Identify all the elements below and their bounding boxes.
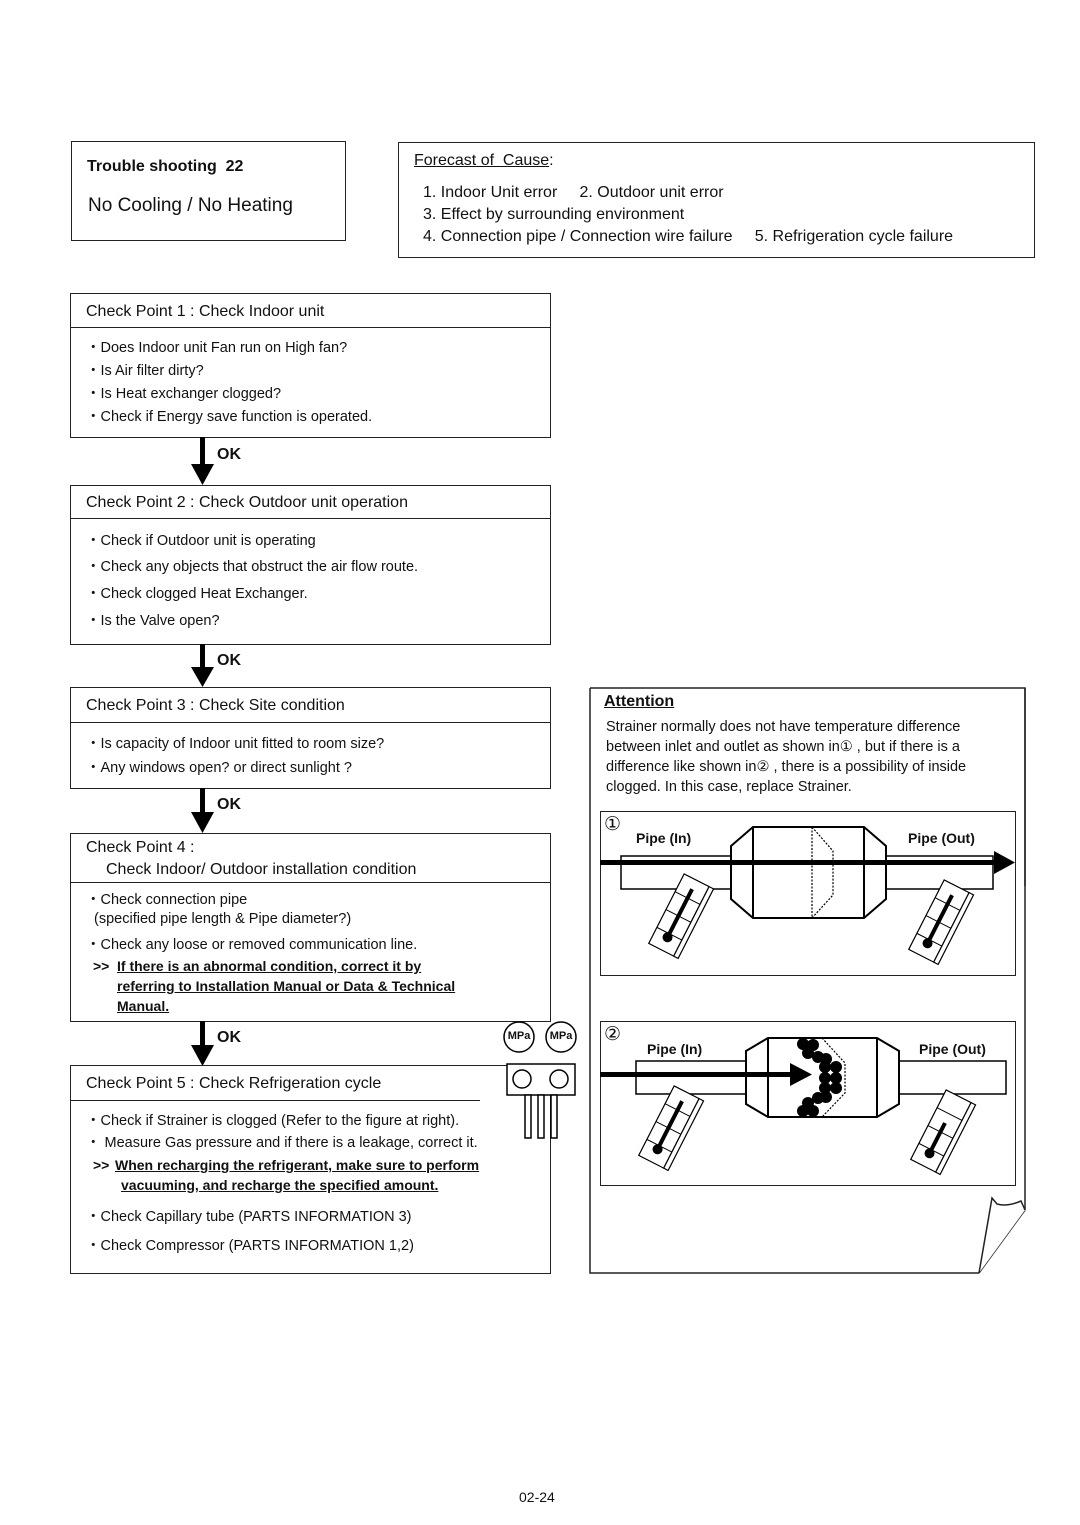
divider bbox=[71, 518, 550, 519]
figure-1-pipe-out-label: Pipe (Out) bbox=[908, 830, 975, 846]
down-arrow-icon bbox=[191, 644, 214, 687]
figure-1-pipe-in-label: Pipe (In) bbox=[636, 830, 692, 846]
attention-text-line: difference like shown in② , there is a p… bbox=[606, 759, 967, 775]
gauge-label-low: MPa bbox=[507, 1030, 531, 1042]
check-point-5-note: vacuuming, and recharge the specified am… bbox=[121, 1177, 439, 1193]
check-point-4-item: ・Check connection pipe bbox=[86, 892, 248, 908]
check-point-2-item: ・Check clogged Heat Exchanger. bbox=[86, 586, 308, 602]
page-number: 02-24 bbox=[519, 1489, 555, 1505]
page-title: No Cooling / No Heating bbox=[88, 195, 293, 216]
check-point-1-item: ・Check if Energy save function is operat… bbox=[86, 409, 373, 425]
attention-text-line: between inlet and outlet as shown in① , … bbox=[606, 739, 960, 755]
thermometer-icon bbox=[909, 1089, 977, 1176]
attention-text-line: Strainer normally does not have temperat… bbox=[606, 719, 961, 735]
check-point-3-item: ・Is capacity of Indoor unit fitted to ro… bbox=[86, 736, 385, 752]
pipe-out bbox=[897, 1060, 1007, 1095]
check-point-5-note: When recharging the refrigerant, make su… bbox=[115, 1157, 480, 1173]
check-point-1-box: Check Point 1 : Check Indoor unit ・Does … bbox=[70, 293, 551, 438]
check-point-5-box: Check Point 5 : Check Refrigeration cycl… bbox=[70, 1065, 551, 1274]
forecast-of-cause-box: Forecast of Cause: 1. Indoor Unit error … bbox=[398, 142, 1035, 258]
attention-text-line: clogged. In this case, replace Strainer. bbox=[606, 779, 852, 795]
ok-label: OK bbox=[217, 446, 241, 463]
down-arrow-icon bbox=[191, 1021, 214, 1066]
forecast-line-1: 1. Indoor Unit error 2. Outdoor unit err… bbox=[423, 184, 724, 201]
down-arrow-icon bbox=[191, 437, 214, 485]
check-point-2-item: ・Check if Outdoor unit is operating bbox=[86, 533, 316, 549]
forecast-colon: : bbox=[549, 152, 554, 169]
down-arrow-icon bbox=[191, 788, 214, 833]
figure-1-marker: ① bbox=[604, 814, 622, 835]
figure-2-pipe-out-label: Pipe (Out) bbox=[919, 1041, 986, 1057]
check-point-4-note: Manual. bbox=[117, 998, 170, 1014]
divider bbox=[71, 882, 550, 883]
divider bbox=[71, 722, 550, 723]
check-point-5-title: Check Point 5 : Check Refrigeration cycl… bbox=[86, 1075, 382, 1092]
divider bbox=[71, 1100, 480, 1101]
check-point-4-note: If there is an abnormal condition, corre… bbox=[117, 958, 422, 974]
thermometer-icon bbox=[637, 1085, 705, 1172]
check-point-4-item: ・Check any loose or removed communicatio… bbox=[86, 937, 418, 953]
check-point-4-title: Check Point 4 : bbox=[86, 839, 195, 856]
figure-2-pipe-in-label: Pipe (In) bbox=[647, 1041, 703, 1057]
check-point-1-item: ・Is Air filter dirty? bbox=[86, 363, 204, 379]
title-box: Trouble shooting 22 No Cooling / No Heat… bbox=[71, 141, 346, 241]
check-point-2-item: ・Is the Valve open? bbox=[86, 613, 220, 629]
check-point-4-note-prefix: >> bbox=[93, 958, 110, 974]
check-point-1-item: ・Does Indoor unit Fan run on High fan? bbox=[86, 340, 348, 356]
check-point-5-note-prefix: >> bbox=[93, 1157, 110, 1173]
flow-arrow-icon bbox=[994, 851, 1015, 874]
check-point-1-title: Check Point 1 : Check Indoor unit bbox=[86, 303, 325, 320]
divider bbox=[71, 327, 550, 328]
check-point-2-item: ・Check any objects that obstruct the air… bbox=[86, 559, 419, 575]
check-point-4-subtitle: Check Indoor/ Outdoor installation condi… bbox=[106, 861, 417, 878]
attention-title: Attention bbox=[604, 693, 675, 710]
gauge-label-high: MPa bbox=[549, 1030, 573, 1042]
thermometer-icon bbox=[907, 879, 975, 966]
check-point-3-title: Check Point 3 : Check Site condition bbox=[86, 697, 345, 714]
forecast-title: Forecast of Cause bbox=[414, 152, 550, 169]
check-point-2-title: Check Point 2 : Check Outdoor unit opera… bbox=[86, 494, 408, 511]
ok-label: OK bbox=[217, 652, 241, 669]
forecast-line-3: 4. Connection pipe / Connection wire fai… bbox=[423, 228, 954, 245]
trouble-shooting-title: Trouble shooting 22 bbox=[87, 158, 244, 175]
check-point-4-item: (specified pipe length & Pipe diameter?) bbox=[90, 911, 352, 927]
check-point-5-item: ・Check Compressor (PARTS INFORMATION 1,2… bbox=[86, 1238, 414, 1254]
forecast-heading: Forecast of Cause: bbox=[414, 152, 554, 170]
check-point-5-item: ・Check if Strainer is clogged (Refer to … bbox=[86, 1113, 460, 1129]
forecast-line-2: 3. Effect by surrounding environment bbox=[423, 206, 685, 223]
ok-label: OK bbox=[217, 796, 241, 813]
pipe-in bbox=[635, 1060, 747, 1095]
check-point-4-note: referring to Installation Manual or Data… bbox=[117, 978, 456, 994]
ok-label: OK bbox=[217, 1029, 241, 1046]
check-point-1-item: ・Is Heat exchanger clogged? bbox=[86, 386, 282, 402]
check-point-3-box: Check Point 3 : Check Site condition ・Is… bbox=[70, 687, 551, 789]
figure-2-marker: ② bbox=[604, 1024, 622, 1045]
check-point-5-item: ・Check Capillary tube (PARTS INFORMATION… bbox=[86, 1209, 412, 1225]
check-point-3-item: ・Any windows open? or direct sunlight ? bbox=[86, 760, 352, 776]
strainer-body bbox=[730, 826, 887, 919]
check-point-5-item: ・ Measure Gas pressure and if there is a… bbox=[86, 1135, 478, 1151]
check-point-2-box: Check Point 2 : Check Outdoor unit opera… bbox=[70, 485, 551, 645]
check-point-4-box: Check Point 4 : Check Indoor/ Outdoor in… bbox=[70, 833, 551, 1022]
